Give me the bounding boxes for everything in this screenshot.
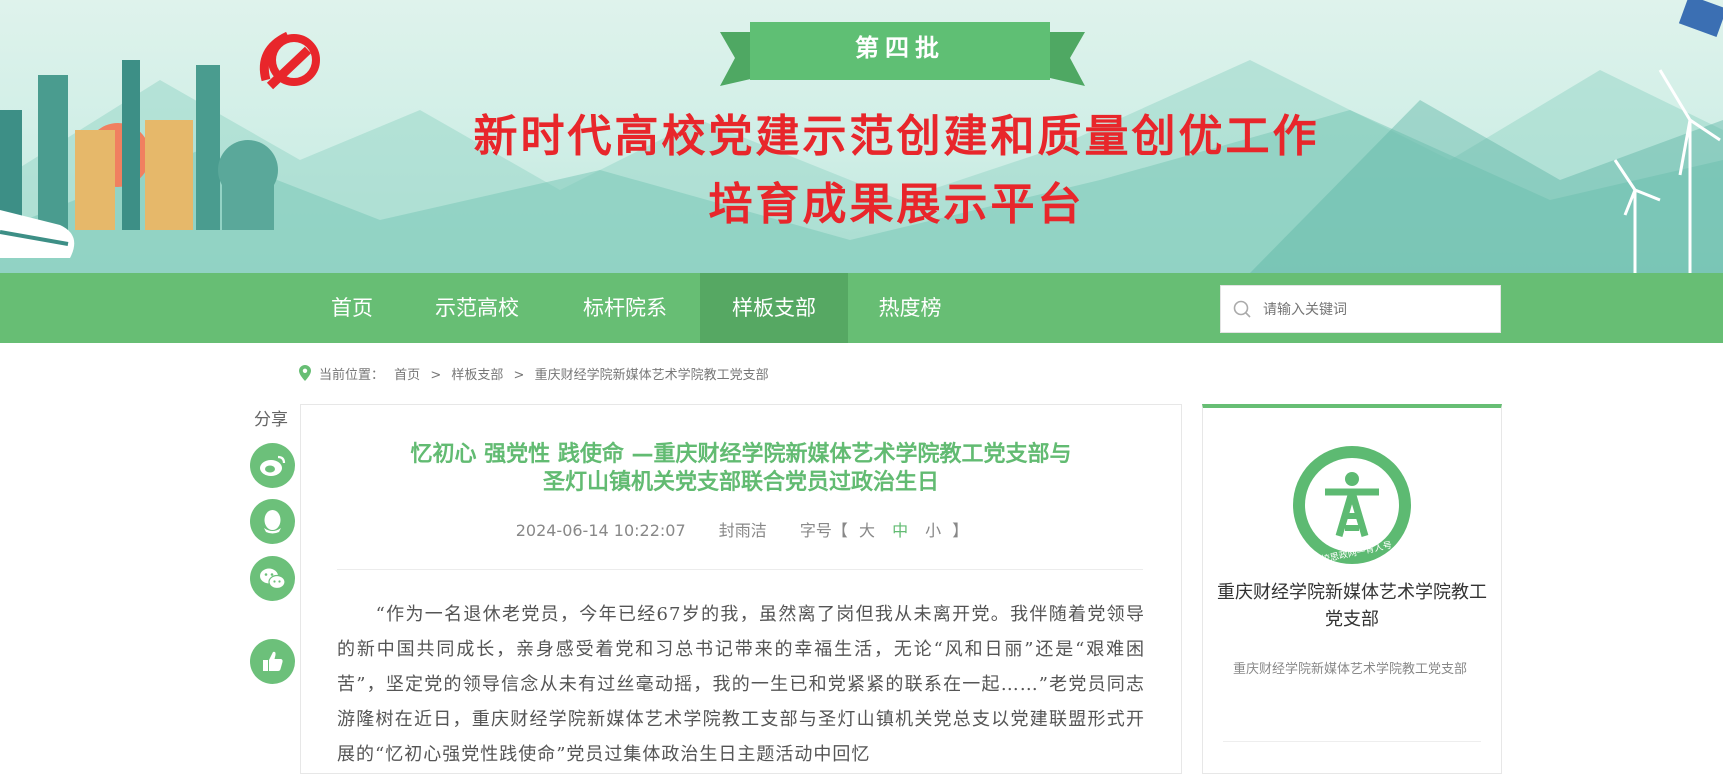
breadcrumb-separator: > — [513, 368, 525, 383]
font-size-small[interactable]: 小 — [925, 521, 941, 540]
site-title-line1: 新时代高校党建示范创建和质量创优工作 — [473, 111, 1320, 162]
article-title-line1: 忆初心 强党性 践使命 —重庆财经学院新媒体艺术学院教工党支部与 — [410, 442, 1072, 467]
qq-icon — [264, 510, 281, 534]
branch-profile-card: 高校思政网—育人号 重庆财经学院新媒体艺术学院教工党支部 重庆财经学院新媒体艺术… — [1202, 404, 1502, 774]
like-button[interactable] — [250, 639, 295, 684]
nav-item-benchmark-departments[interactable]: 标杆院系 — [550, 273, 700, 343]
branch-description: 重庆财经学院新媒体艺术学院教工党支部 — [1233, 662, 1468, 677]
share-weibo-button[interactable] — [250, 443, 295, 488]
font-size-end: 】 — [952, 521, 969, 540]
breadcrumb-prefix: 当前位置： — [319, 368, 385, 383]
share-wechat-button[interactable] — [250, 556, 295, 601]
article-meta: 2024-06-14 10:22:07 封雨洁 字号【 大 中 小 】 — [301, 517, 1183, 541]
search-box — [1220, 285, 1501, 334]
breadcrumb-current[interactable]: 重庆财经学院新媒体艺术学院教工党支部 — [535, 368, 769, 383]
article-title-line2: 圣灯山镇机关党支部联合党员过政治生日 — [542, 470, 939, 495]
nav-item-model-universities[interactable]: 示范高校 — [404, 273, 550, 343]
branch-name[interactable]: 重庆财经学院新媒体艺术学院教工党支部 — [1213, 579, 1491, 633]
location-pin-icon — [299, 365, 311, 381]
search-input[interactable] — [1261, 286, 1495, 334]
article-body: “作为一名退休老党员，今年已经67岁的我，虽然离了岗但我从未离开党。我伴随着党领… — [337, 604, 1145, 765]
wechat-icon — [260, 568, 286, 590]
breadcrumb-model-branches[interactable]: 样板支部 — [451, 368, 503, 383]
article-date: 2024-06-14 10:22:07 — [515, 521, 686, 540]
weibo-icon — [260, 455, 286, 476]
share-qq-button[interactable] — [250, 499, 295, 544]
nav-item-home[interactable]: 首页 — [300, 273, 404, 343]
header-banner: 第四批 新时代高校党建示范创建和质量创优工作 培育成果展示平台 — [0, 0, 1723, 273]
side-divider — [1223, 741, 1481, 742]
share-label: 分享 — [254, 410, 288, 430]
yurenhao-logo: 高校思政网—育人号 — [1293, 446, 1411, 566]
breadcrumb-home[interactable]: 首页 — [394, 368, 420, 383]
font-size-control: 字号【 大 中 小 】 — [800, 521, 968, 540]
meta-divider — [337, 569, 1143, 570]
article-title: 忆初心 强党性 践使命 —重庆财经学院新媒体艺术学院教工党支部与 圣灯山镇机关党… — [341, 441, 1141, 497]
main-nav: 首页 示范高校 标杆院系 样板支部 热度榜 — [0, 273, 1723, 343]
article-card: 忆初心 强党性 践使命 —重庆财经学院新媒体艺术学院教工党支部与 圣灯山镇机关党… — [300, 404, 1182, 774]
batch-ribbon: 第四批 — [750, 22, 1050, 80]
thumbs-up-icon — [263, 651, 283, 671]
search-icon[interactable] — [1233, 300, 1251, 318]
font-size-large[interactable]: 大 — [859, 521, 875, 540]
font-size-medium[interactable]: 中 — [892, 521, 908, 540]
article-author: 封雨洁 — [718, 521, 767, 540]
nav-item-popularity-list[interactable]: 热度榜 — [848, 273, 972, 343]
breadcrumb-separator: > — [430, 368, 442, 383]
nav-item-model-branches[interactable]: 样板支部 — [700, 273, 848, 343]
breadcrumb: 当前位置： 首页 > 样板支部 > 重庆财经学院新媒体艺术学院教工党支部 — [319, 364, 775, 383]
site-title-line2: 培育成果展示平台 — [708, 179, 1085, 230]
font-size-label: 字号【 — [799, 521, 848, 540]
